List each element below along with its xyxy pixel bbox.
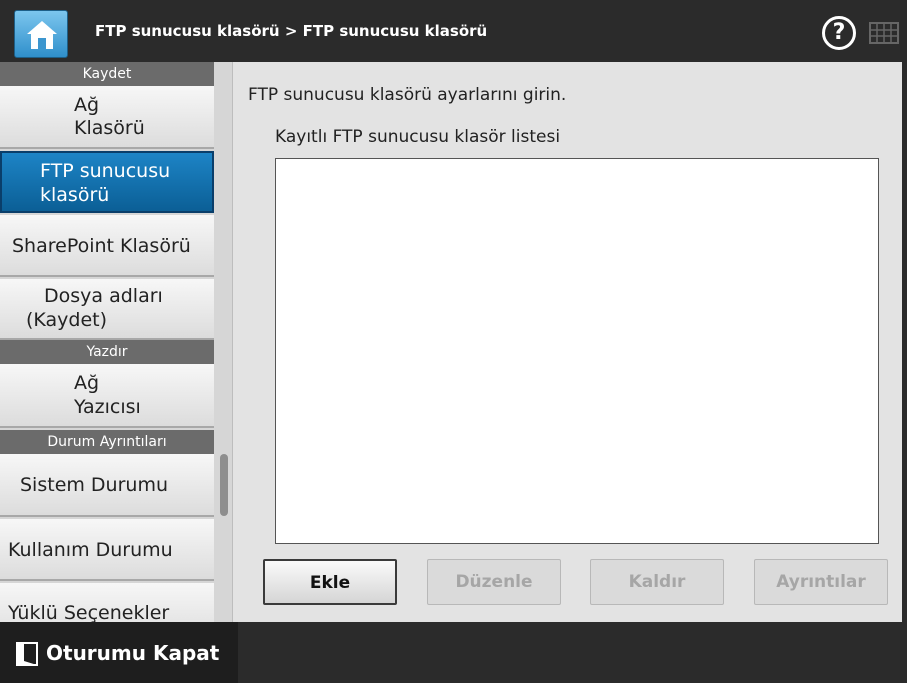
sidebar-item-sharepoint-folder[interactable]: SharePoint Klasörü [0, 215, 214, 277]
sidebar-scrollbar-track[interactable] [214, 62, 232, 622]
main-panel: FTP sunucusu klasörü ayarlarını girin. K… [232, 62, 902, 622]
sidebar-item-label: Klasörü [74, 117, 145, 139]
sidebar-item-label: Dosya adları [44, 285, 163, 307]
keyboard-button[interactable] [866, 16, 902, 50]
sidebar-item-label: Yazıcısı [74, 396, 141, 418]
section-header-yazdir: Yazdır [0, 340, 214, 364]
sidebar-item-system-status[interactable]: Sistem Durumu [0, 454, 214, 517]
home-icon [27, 21, 57, 49]
sidebar-item-label: Sistem Durumu [20, 474, 169, 496]
sidebar-item-label: FTP sunucusu [40, 160, 171, 182]
breadcrumb: FTP sunucusu klasörü > FTP sunucusu klas… [95, 22, 488, 40]
sidebar-item-installed-options[interactable]: Yüklü Seçenekler [0, 583, 214, 622]
section-header-kaydet: Kaydet [0, 62, 214, 86]
bottom-bar: Oturumu Kapat [0, 622, 907, 683]
sidebar-item-usage-status[interactable]: Kullanım Durumu [0, 519, 214, 581]
sidebar-item-file-names-save[interactable]: Dosya adları (Kaydet) [0, 279, 214, 340]
add-button[interactable]: Ekle [263, 559, 397, 605]
home-button[interactable] [14, 10, 68, 58]
keyboard-icon [869, 22, 899, 44]
sidebar-scrollbar-thumb[interactable] [220, 454, 228, 516]
help-icon: ? [822, 16, 856, 50]
sidebar-item-label: klasörü [40, 184, 110, 206]
section-header-status-details: Durum Ayrıntıları [0, 430, 214, 454]
logout-icon [16, 642, 38, 666]
sidebar-item-label: Yüklü Seçenekler [8, 602, 170, 622]
logout-label: Oturumu Kapat [46, 641, 220, 665]
remove-button[interactable]: Kaldır [590, 559, 724, 605]
sidebar: Kaydet Ağ Klasörü FTP sunucusu klasörü S… [0, 62, 232, 622]
page-instruction: FTP sunucusu klasörü ayarlarını girin. [248, 85, 567, 105]
sidebar-item-network-folder[interactable]: Ağ Klasörü [0, 86, 214, 149]
ftp-folder-list-label: Kayıtlı FTP sunucusu klasör listesi [275, 127, 561, 147]
sidebar-item-label: Kullanım Durumu [8, 539, 173, 561]
sidebar-item-label: Ağ [74, 94, 100, 116]
sidebar-item-label: (Kaydet) [26, 309, 108, 331]
sidebar-item-network-printer[interactable]: Ağ Yazıcısı [0, 364, 214, 428]
sidebar-item-ftp-folder[interactable]: FTP sunucusu klasörü [0, 151, 214, 213]
sidebar-item-label: SharePoint Klasörü [12, 235, 191, 257]
logout-button[interactable]: Oturumu Kapat [0, 622, 238, 683]
edit-button[interactable]: Düzenle [427, 559, 561, 605]
details-button[interactable]: Ayrıntılar [754, 559, 888, 605]
help-button[interactable]: ? [819, 14, 859, 54]
sidebar-item-label: Ağ [74, 372, 100, 394]
ftp-folder-list[interactable] [275, 158, 879, 544]
top-bar: FTP sunucusu klasörü > FTP sunucusu klas… [0, 0, 907, 62]
